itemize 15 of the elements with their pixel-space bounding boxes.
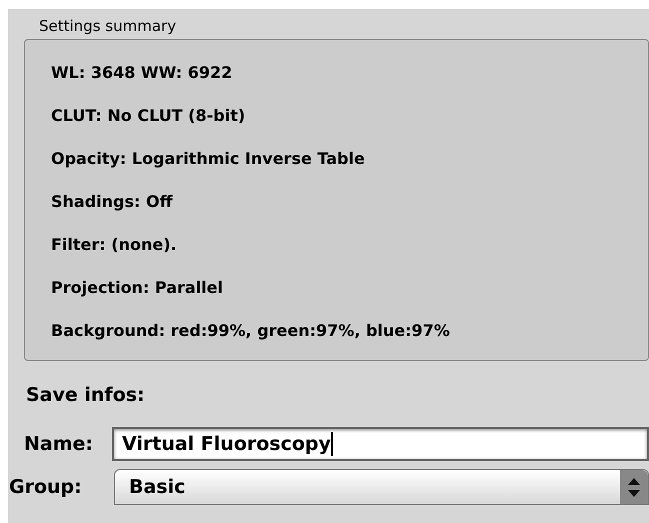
summary-line: Opacity: Logarithmic Inverse Table (51, 149, 366, 169)
summary-line: CLUT: No CLUT (8-bit) (51, 106, 246, 126)
stepper-arrows-icon (620, 470, 648, 504)
group-dropdown[interactable]: Basic (114, 469, 649, 505)
section-title: Save infos: (26, 383, 146, 407)
field-label: Name: (24, 432, 94, 456)
summary-line: WL: 3648 WW: 6922 (51, 63, 234, 83)
text-cursor (330, 432, 333, 456)
field-label: Group: (9, 475, 83, 499)
name-field[interactable]: Virtual Fluoroscopy (112, 427, 649, 461)
summary-line: Shadings: Off (51, 192, 174, 212)
summary-line: Projection: Parallel (51, 278, 224, 298)
summary-line: Background: red:99%, green:97%, blue:97% (51, 321, 451, 341)
group-box-title: Settings summary (39, 16, 178, 36)
summary-line: Filter: (none). (51, 235, 178, 255)
